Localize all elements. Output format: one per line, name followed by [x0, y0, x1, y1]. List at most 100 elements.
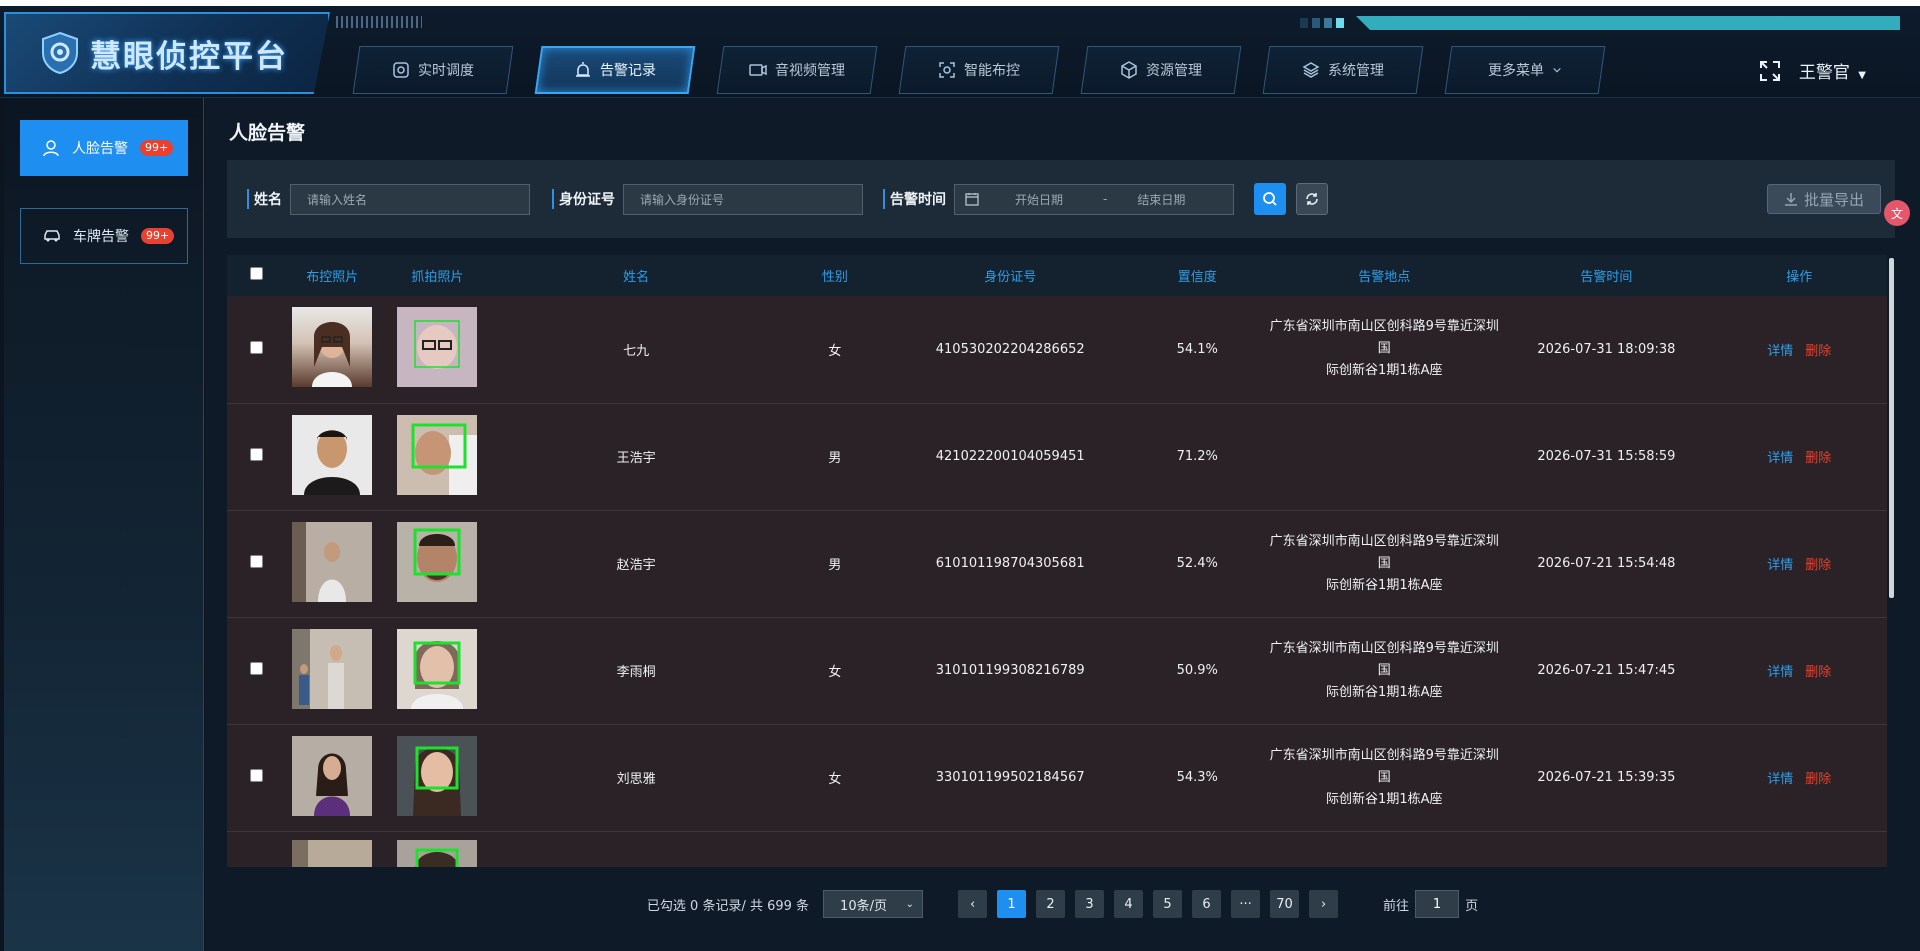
search-icon — [1263, 192, 1277, 206]
detail-link[interactable]: 详情 — [1767, 665, 1793, 680]
actions-cell: 详情 删除 — [1712, 403, 1887, 510]
name-input[interactable]: 请输入姓名 — [290, 183, 530, 215]
page-button[interactable]: 70 — [1270, 890, 1300, 918]
capture-photo[interactable] — [397, 414, 478, 495]
sidebar-item-face-alarm[interactable]: 人脸告警 99+ — [20, 120, 188, 176]
page-ellipsis[interactable]: ··· — [1231, 890, 1261, 918]
next-page-button[interactable]: › — [1309, 890, 1339, 918]
user-menu[interactable]: 王警官 ▼ — [1799, 58, 1866, 83]
select-all-checkbox[interactable] — [249, 267, 263, 280]
detail-link[interactable]: 详情 — [1767, 558, 1793, 573]
chevron-right-icon: › — [1320, 896, 1327, 912]
table-row: 七九 女 410530202204286652 54.1% 广东省深圳市南山区创… — [227, 296, 1887, 403]
nav-av-management[interactable]: 音视频管理 — [716, 46, 878, 94]
location-line: 广东省深圳市南山区创科路9号靠近深圳国 — [1269, 319, 1499, 357]
top-bar: 慧眼侦控平台 实时调度 告警记录 音视频管理 智能布控 资源管理 系统管理 更多… — [0, 6, 1920, 98]
capture-photo[interactable] — [397, 628, 478, 709]
row-checkbox[interactable] — [249, 769, 263, 782]
date-range-picker[interactable]: 开始日期 - 结束日期 — [954, 183, 1234, 215]
deploy-photo[interactable] — [292, 414, 373, 495]
column-header[interactable]: 身份证号 — [893, 255, 1127, 296]
export-label: 批量导出 — [1803, 190, 1864, 209]
column-header[interactable]: 抓拍照片 — [379, 255, 496, 296]
column-header[interactable]: 姓名 — [496, 255, 777, 296]
page-button[interactable]: 2 — [1036, 890, 1066, 918]
batch-export-button[interactable]: 批量导出 — [1767, 184, 1881, 214]
deploy-photo[interactable] — [292, 735, 373, 816]
detail-link[interactable]: 详情 — [1767, 344, 1793, 359]
capture-photo[interactable] — [397, 839, 478, 867]
page-size-select[interactable]: 10条/页 ⌄ — [823, 890, 924, 918]
table-row — [227, 831, 1887, 867]
id-cell: 610101198704305681 — [935, 556, 1085, 571]
portrait-image — [292, 414, 373, 495]
nav-more-menu[interactable]: 更多菜单 — [1444, 46, 1606, 94]
capture-photo[interactable] — [397, 307, 478, 388]
table-row: 王浩宇 男 421022200104059451 71.2% 2026-07-3… — [227, 403, 1887, 510]
page-button[interactable]: 4 — [1114, 890, 1144, 918]
capture-photo[interactable] — [397, 521, 478, 602]
time-cell: 2026-07-31 15:58:59 — [1537, 449, 1676, 464]
actions-cell: 详情 删除 — [1712, 617, 1887, 724]
nav-resource-management[interactable]: 资源管理 — [1080, 46, 1242, 94]
portrait-image — [312, 322, 353, 388]
page-button[interactable]: 5 — [1153, 890, 1183, 918]
page-button[interactable]: 1 — [997, 890, 1027, 918]
portrait-image — [397, 839, 478, 867]
sidebar-item-plate-alarm[interactable]: 车牌告警 99+ — [20, 208, 188, 264]
fullscreen-icon[interactable] — [1759, 60, 1781, 82]
deploy-photo[interactable] — [292, 628, 373, 709]
cube-icon — [1121, 61, 1137, 79]
search-button[interactable] — [1254, 183, 1286, 215]
alarm-table: 布控照片 抓拍照片 姓名 性别 身份证号 置信度 告警地点 告警时间 操作 七九… — [227, 255, 1887, 867]
name-cell: 刘思雅 — [616, 772, 656, 787]
nav-system-management[interactable]: 系统管理 — [1262, 46, 1424, 94]
selection-summary: 已勾选 0 条记录/ 共 699 条 — [646, 898, 810, 914]
column-header[interactable]: 布控照片 — [285, 255, 379, 296]
page-button[interactable]: 3 — [1075, 890, 1105, 918]
nav-realtime-dispatch[interactable]: 实时调度 — [352, 46, 514, 94]
row-checkbox[interactable] — [249, 340, 263, 354]
id-input[interactable]: 请输入身份证号 — [623, 183, 863, 215]
column-header[interactable]: 告警地点 — [1267, 255, 1501, 296]
delete-link[interactable]: 删除 — [1805, 344, 1831, 359]
location-line: 广东省深圳市南山区创科路9号靠近深圳国 — [1269, 533, 1499, 571]
prev-page-button[interactable]: ‹ — [958, 890, 988, 918]
gender-cell: 女 — [828, 343, 842, 359]
dispatch-icon — [393, 62, 409, 78]
goto-label: 前往 — [1383, 898, 1410, 914]
app-logo[interactable]: 慧眼侦控平台 — [4, 12, 330, 94]
id-placeholder: 请输入身份证号 — [640, 192, 725, 207]
delete-link[interactable]: 删除 — [1805, 665, 1831, 680]
page-title: 人脸告警 — [229, 122, 306, 144]
table-row: 李雨桐 女 310101199308216789 50.9% 广东省深圳市南山区… — [227, 617, 1887, 724]
page-button[interactable]: 6 — [1192, 890, 1222, 918]
capture-photo[interactable] — [397, 735, 478, 816]
delete-link[interactable]: 删除 — [1805, 772, 1831, 787]
row-checkbox[interactable] — [249, 662, 263, 675]
deploy-photo[interactable] — [292, 521, 373, 602]
id-label: 身份证号 — [552, 189, 615, 209]
page-size-value: 10条/页 — [840, 898, 887, 914]
column-header[interactable]: 置信度 — [1127, 255, 1267, 296]
detail-link[interactable]: 详情 — [1767, 451, 1793, 466]
translate-icon[interactable]: 文 — [1884, 200, 1910, 226]
deploy-photo[interactable] — [292, 839, 373, 867]
column-header[interactable]: 告警时间 — [1501, 255, 1711, 296]
goto-page-input[interactable]: 1 — [1415, 890, 1460, 918]
nav-alarm-records[interactable]: 告警记录 — [534, 46, 696, 94]
detail-link[interactable]: 详情 — [1767, 772, 1793, 787]
nav-smart-deploy[interactable]: 智能布控 — [898, 46, 1060, 94]
column-header[interactable]: 操作 — [1712, 255, 1887, 296]
delete-link[interactable]: 删除 — [1805, 451, 1831, 466]
portrait-image — [292, 628, 373, 709]
column-header[interactable]: 性别 — [776, 255, 893, 296]
table-scrollbar[interactable] — [1889, 258, 1894, 598]
reset-button[interactable] — [1296, 183, 1328, 215]
delete-link[interactable]: 删除 — [1805, 558, 1831, 573]
deploy-photo[interactable] — [292, 307, 373, 388]
sidebar-item-label: 人脸告警 — [72, 141, 128, 157]
row-checkbox[interactable] — [249, 555, 263, 568]
user-name: 王警官 — [1798, 63, 1850, 83]
row-checkbox[interactable] — [249, 448, 263, 461]
